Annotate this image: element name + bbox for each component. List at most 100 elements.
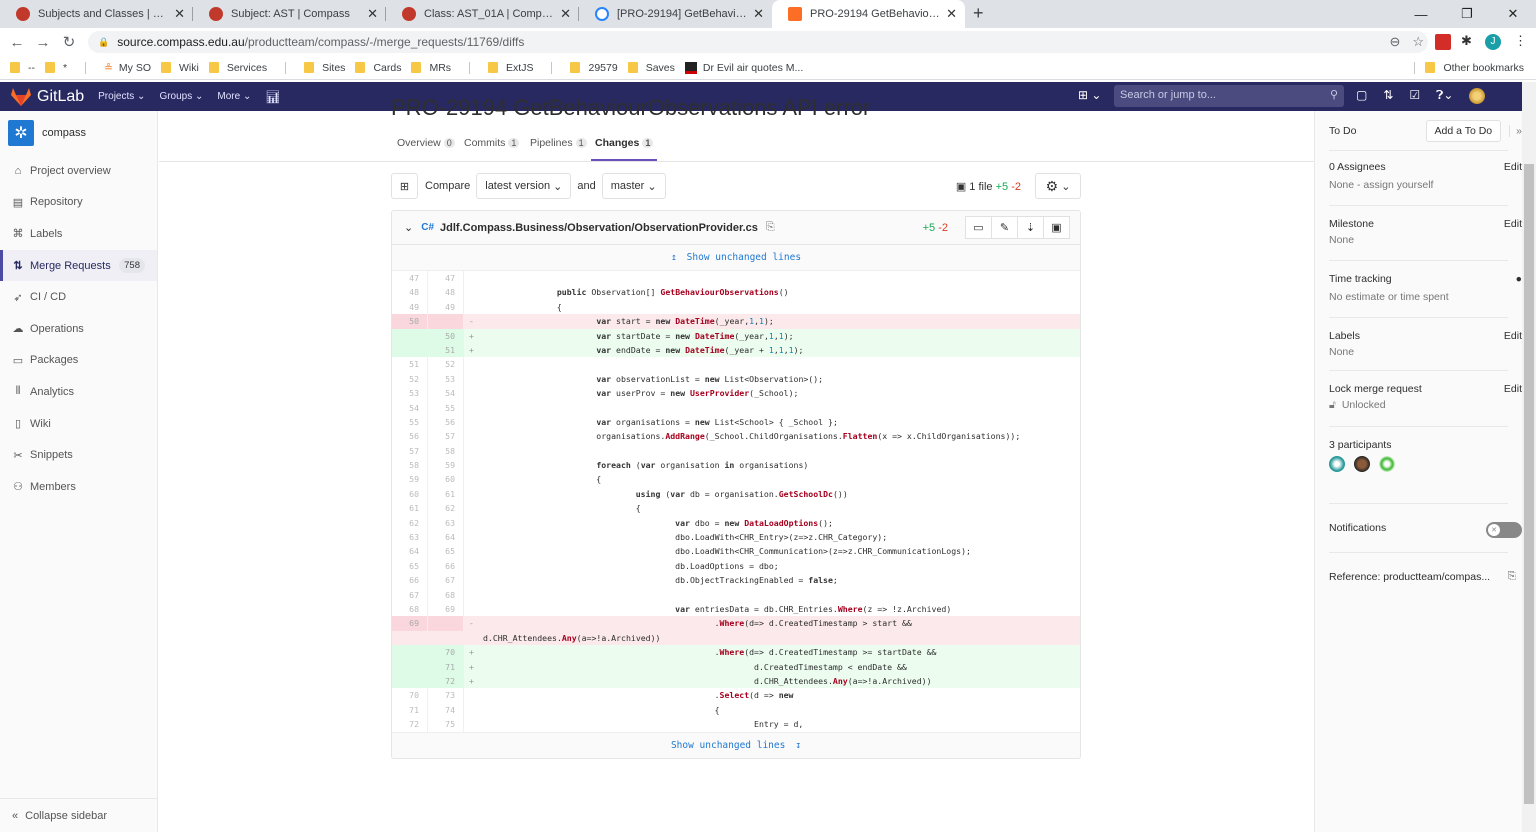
collapse-file-chevron-icon[interactable]: ⌄ bbox=[404, 221, 413, 234]
diff-line-added[interactable]: 70 + .Where(d=> d.CreatedTimestamp >= sta… bbox=[392, 645, 1080, 660]
diff-line[interactable]: 54 55 bbox=[392, 400, 1080, 415]
browser-tab[interactable]: Subjects and Classes | Compass✕ bbox=[0, 0, 193, 28]
new-line-number[interactable]: 56 bbox=[428, 414, 464, 430]
diff-line[interactable]: 68 69 var entriesData = db.CHR_Entries.Wh… bbox=[392, 601, 1080, 617]
diff-line[interactable]: 63 64 dbo.LoadWith<CHR_Entry>(z=>z.CHR_Ca… bbox=[392, 530, 1080, 545]
sidebar-item-operations[interactable]: ☁ Operations bbox=[0, 313, 157, 345]
diff-line[interactable]: 57 58 bbox=[392, 443, 1080, 459]
diff-line[interactable]: 61 62 { bbox=[392, 501, 1080, 516]
diff-line[interactable]: 64 65 dbo.LoadWith<CHR_Communication>(z=>… bbox=[392, 544, 1080, 559]
search-input[interactable]: Search or jump to... ⚲ bbox=[1114, 85, 1344, 107]
old-line-number[interactable]: 63 bbox=[392, 530, 428, 545]
user-avatar[interactable] bbox=[1469, 88, 1486, 104]
edit-milestone-link[interactable]: Edit bbox=[1504, 218, 1522, 230]
diff-line[interactable]: 59 60 { bbox=[392, 472, 1080, 487]
new-line-number[interactable]: 63 bbox=[428, 515, 464, 531]
old-line-number[interactable]: 49 bbox=[392, 299, 428, 315]
other-bookmarks[interactable]: Other bookmarks bbox=[1414, 61, 1524, 74]
old-line-number[interactable] bbox=[392, 328, 428, 343]
diff-line-added[interactable]: 71 + d.CreatedTimestamp < endDate && bbox=[392, 659, 1080, 674]
bookmark[interactable]: ExtJS bbox=[488, 62, 533, 74]
bookmark[interactable]: MRs bbox=[411, 62, 451, 74]
sidebar-item-wiki[interactable]: ▯ Wiki bbox=[0, 408, 157, 440]
edit-labels-link[interactable]: Edit bbox=[1504, 330, 1522, 342]
forward-button[interactable]: → bbox=[30, 34, 56, 51]
new-line-number[interactable]: 70 bbox=[428, 645, 464, 660]
browser-tab[interactable]: [PRO-29194] GetBehaviourObser...✕ bbox=[579, 0, 772, 28]
diff-line[interactable]: 60 61 using (var db = organisation.GetSch… bbox=[392, 486, 1080, 502]
old-line-number[interactable]: 61 bbox=[392, 501, 428, 516]
sidebar-item-packages[interactable]: ▭ Packages bbox=[0, 345, 157, 377]
sidebar-item-project-overview[interactable]: ⌂ Project overview bbox=[0, 155, 157, 187]
old-line-number[interactable]: 59 bbox=[392, 472, 428, 487]
url-input[interactable]: 🔒 source.compass.edu.au/productteam/comp… bbox=[88, 31, 1428, 53]
bookmark[interactable]: ≗ My SO bbox=[104, 62, 151, 74]
new-line-number[interactable]: 62 bbox=[428, 501, 464, 516]
diff-line[interactable]: 52 53 var observationList = new List<Obse… bbox=[392, 371, 1080, 387]
new-line-number[interactable]: 49 bbox=[428, 299, 464, 315]
old-line-number[interactable]: 62 bbox=[392, 515, 428, 531]
old-line-number[interactable]: 51 bbox=[392, 357, 428, 372]
new-line-number[interactable]: 69 bbox=[428, 601, 464, 617]
diff-line[interactable]: 48 48 public Observation[] GetBehaviourOb… bbox=[392, 285, 1080, 300]
extensions-puzzle-icon[interactable]: ✱ bbox=[1461, 33, 1477, 49]
diff-line-added[interactable]: 50 + var startDate = new DateTime(_year,1… bbox=[392, 328, 1080, 343]
todos-icon[interactable]: ☑ bbox=[1409, 88, 1420, 104]
bookmark[interactable]: Cards bbox=[355, 62, 401, 74]
tab-pipelines[interactable]: Pipelines 1 bbox=[530, 137, 587, 149]
new-line-number[interactable] bbox=[428, 616, 464, 631]
file-path[interactable]: Jdlf.Compass.Business/Observation/Observ… bbox=[440, 222, 758, 234]
old-line-number[interactable]: 68 bbox=[392, 601, 428, 617]
diff-line[interactable]: 72 75 Entry = d, bbox=[392, 717, 1080, 732]
diff-line[interactable]: 56 57 organisations.AddRange(_School.Chil… bbox=[392, 429, 1080, 444]
extension-lastpass-icon[interactable] bbox=[1435, 34, 1451, 50]
new-line-number[interactable]: 59 bbox=[428, 458, 464, 473]
old-line-number[interactable]: 50 bbox=[392, 314, 428, 329]
bookmark[interactable]: Wiki bbox=[161, 62, 199, 74]
copy-reference-icon[interactable]: ⎘ bbox=[1508, 570, 1516, 583]
diff-line[interactable]: 47 47 bbox=[392, 271, 1080, 286]
merge-requests-icon[interactable]: ⇅ bbox=[1383, 88, 1393, 104]
old-line-number[interactable] bbox=[392, 673, 428, 689]
old-line-number[interactable] bbox=[392, 645, 428, 660]
old-line-number[interactable]: 55 bbox=[392, 414, 428, 430]
edit-assignees-link[interactable]: Edit bbox=[1504, 161, 1522, 173]
toggle-comments-button[interactable]: ▭ bbox=[965, 216, 992, 239]
scrollbar-thumb[interactable] bbox=[1524, 164, 1534, 804]
close-tab-icon[interactable]: ✕ bbox=[560, 6, 571, 22]
new-line-number[interactable]: 75 bbox=[428, 717, 464, 732]
tab-overview[interactable]: Overview 0 bbox=[397, 137, 455, 149]
old-line-number[interactable]: 71 bbox=[392, 702, 428, 718]
new-line-number[interactable]: 60 bbox=[428, 472, 464, 487]
old-line-number[interactable]: 52 bbox=[392, 371, 428, 387]
old-line-number[interactable]: 48 bbox=[392, 285, 428, 300]
minimize-button[interactable]: — bbox=[1398, 0, 1444, 28]
restore-button[interactable]: ❐ bbox=[1444, 0, 1490, 28]
profile-avatar[interactable]: J bbox=[1485, 34, 1501, 50]
diff-line[interactable]: 51 52 bbox=[392, 357, 1080, 372]
new-tab-button[interactable]: + bbox=[973, 3, 984, 28]
collapse-sidebar-button[interactable]: «Collapse sidebar bbox=[0, 798, 157, 832]
old-line-number[interactable]: 58 bbox=[392, 458, 428, 473]
bookmark[interactable]: -- bbox=[10, 62, 35, 74]
sidebar-item-snippets[interactable]: ✂ Snippets bbox=[0, 439, 157, 471]
new-item-dropdown[interactable]: ⊞ ⌄ bbox=[1078, 88, 1101, 102]
bookmark[interactable]: 29579 bbox=[570, 62, 618, 74]
diff-line-removed[interactable]: 50 - var start = new DateTime(_year,1,1); bbox=[392, 314, 1080, 329]
assign-yourself-link[interactable]: None - assign yourself bbox=[1329, 179, 1508, 191]
browser-menu-icon[interactable]: ⋮ bbox=[1514, 33, 1530, 49]
old-line-number[interactable]: 66 bbox=[392, 573, 428, 588]
bookmark[interactable]: Saves bbox=[627, 62, 675, 74]
new-line-number[interactable]: 52 bbox=[428, 357, 464, 372]
diff-line-removed[interactable]: d.CHR_Attendees.Any(a=>!a.Archived)) bbox=[392, 630, 1080, 646]
notifications-toggle[interactable]: ✕ bbox=[1486, 522, 1522, 538]
diff-line[interactable]: 58 59 foreach (var organisation in organi… bbox=[392, 458, 1080, 473]
tab-commits[interactable]: Commits 1 bbox=[464, 137, 520, 149]
new-line-number[interactable]: 57 bbox=[428, 429, 464, 444]
new-line-number[interactable]: 71 bbox=[428, 659, 464, 674]
old-line-number[interactable]: 60 bbox=[392, 486, 428, 502]
diff-line[interactable]: 66 67 db.ObjectTrackingEnabled = false; bbox=[392, 573, 1080, 588]
new-line-number[interactable]: 64 bbox=[428, 530, 464, 545]
new-line-number[interactable]: 67 bbox=[428, 573, 464, 588]
close-tab-icon[interactable]: ✕ bbox=[174, 6, 185, 22]
